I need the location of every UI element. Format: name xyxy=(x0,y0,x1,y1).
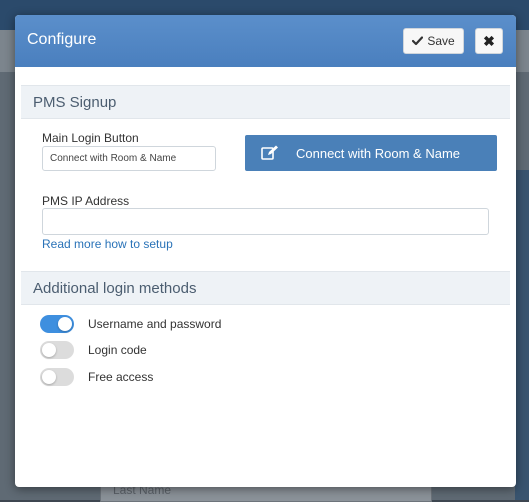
pms-signup-heading: PMS Signup xyxy=(33,94,117,111)
pms-ip-address-label: PMS IP Address xyxy=(42,194,130,208)
additional-login-methods-section-header: Additional login methods xyxy=(21,271,510,305)
connect-with-room-name-button[interactable]: Connect with Room & Name xyxy=(245,135,497,171)
edit-icon xyxy=(261,145,278,160)
save-button-label: Save xyxy=(427,34,455,48)
free-access-label: Free access xyxy=(88,370,154,384)
modal-header: Configure Save ✖ xyxy=(15,15,516,67)
main-login-button-label: Main Login Button xyxy=(42,131,139,145)
toggle-knob xyxy=(42,370,56,384)
modal-title: Configure xyxy=(27,31,97,48)
background-side-panel xyxy=(515,170,529,500)
connect-button-label: Connect with Room & Name xyxy=(296,146,461,161)
login-code-toggle[interactable] xyxy=(40,341,74,359)
close-button[interactable]: ✖ xyxy=(475,28,503,54)
close-icon: ✖ xyxy=(483,32,495,49)
username-password-toggle[interactable] xyxy=(40,315,74,333)
pms-signup-section-header: PMS Signup xyxy=(21,85,510,119)
checkmark-icon xyxy=(412,36,424,46)
toggle-knob xyxy=(42,343,56,357)
username-password-label: Username and password xyxy=(88,317,222,331)
additional-login-methods-heading: Additional login methods xyxy=(33,280,197,297)
toggle-knob xyxy=(58,317,72,331)
configure-modal: Configure Save ✖ PMS Signup Main Login B… xyxy=(15,15,516,487)
pms-ip-address-input[interactable] xyxy=(42,208,489,235)
setup-help-link[interactable]: Read more how to setup xyxy=(42,237,173,251)
main-login-button-input[interactable]: Connect with Room & Name xyxy=(42,146,216,171)
save-button[interactable]: Save xyxy=(403,28,464,54)
login-code-label: Login code xyxy=(88,343,147,357)
free-access-toggle[interactable] xyxy=(40,368,74,386)
